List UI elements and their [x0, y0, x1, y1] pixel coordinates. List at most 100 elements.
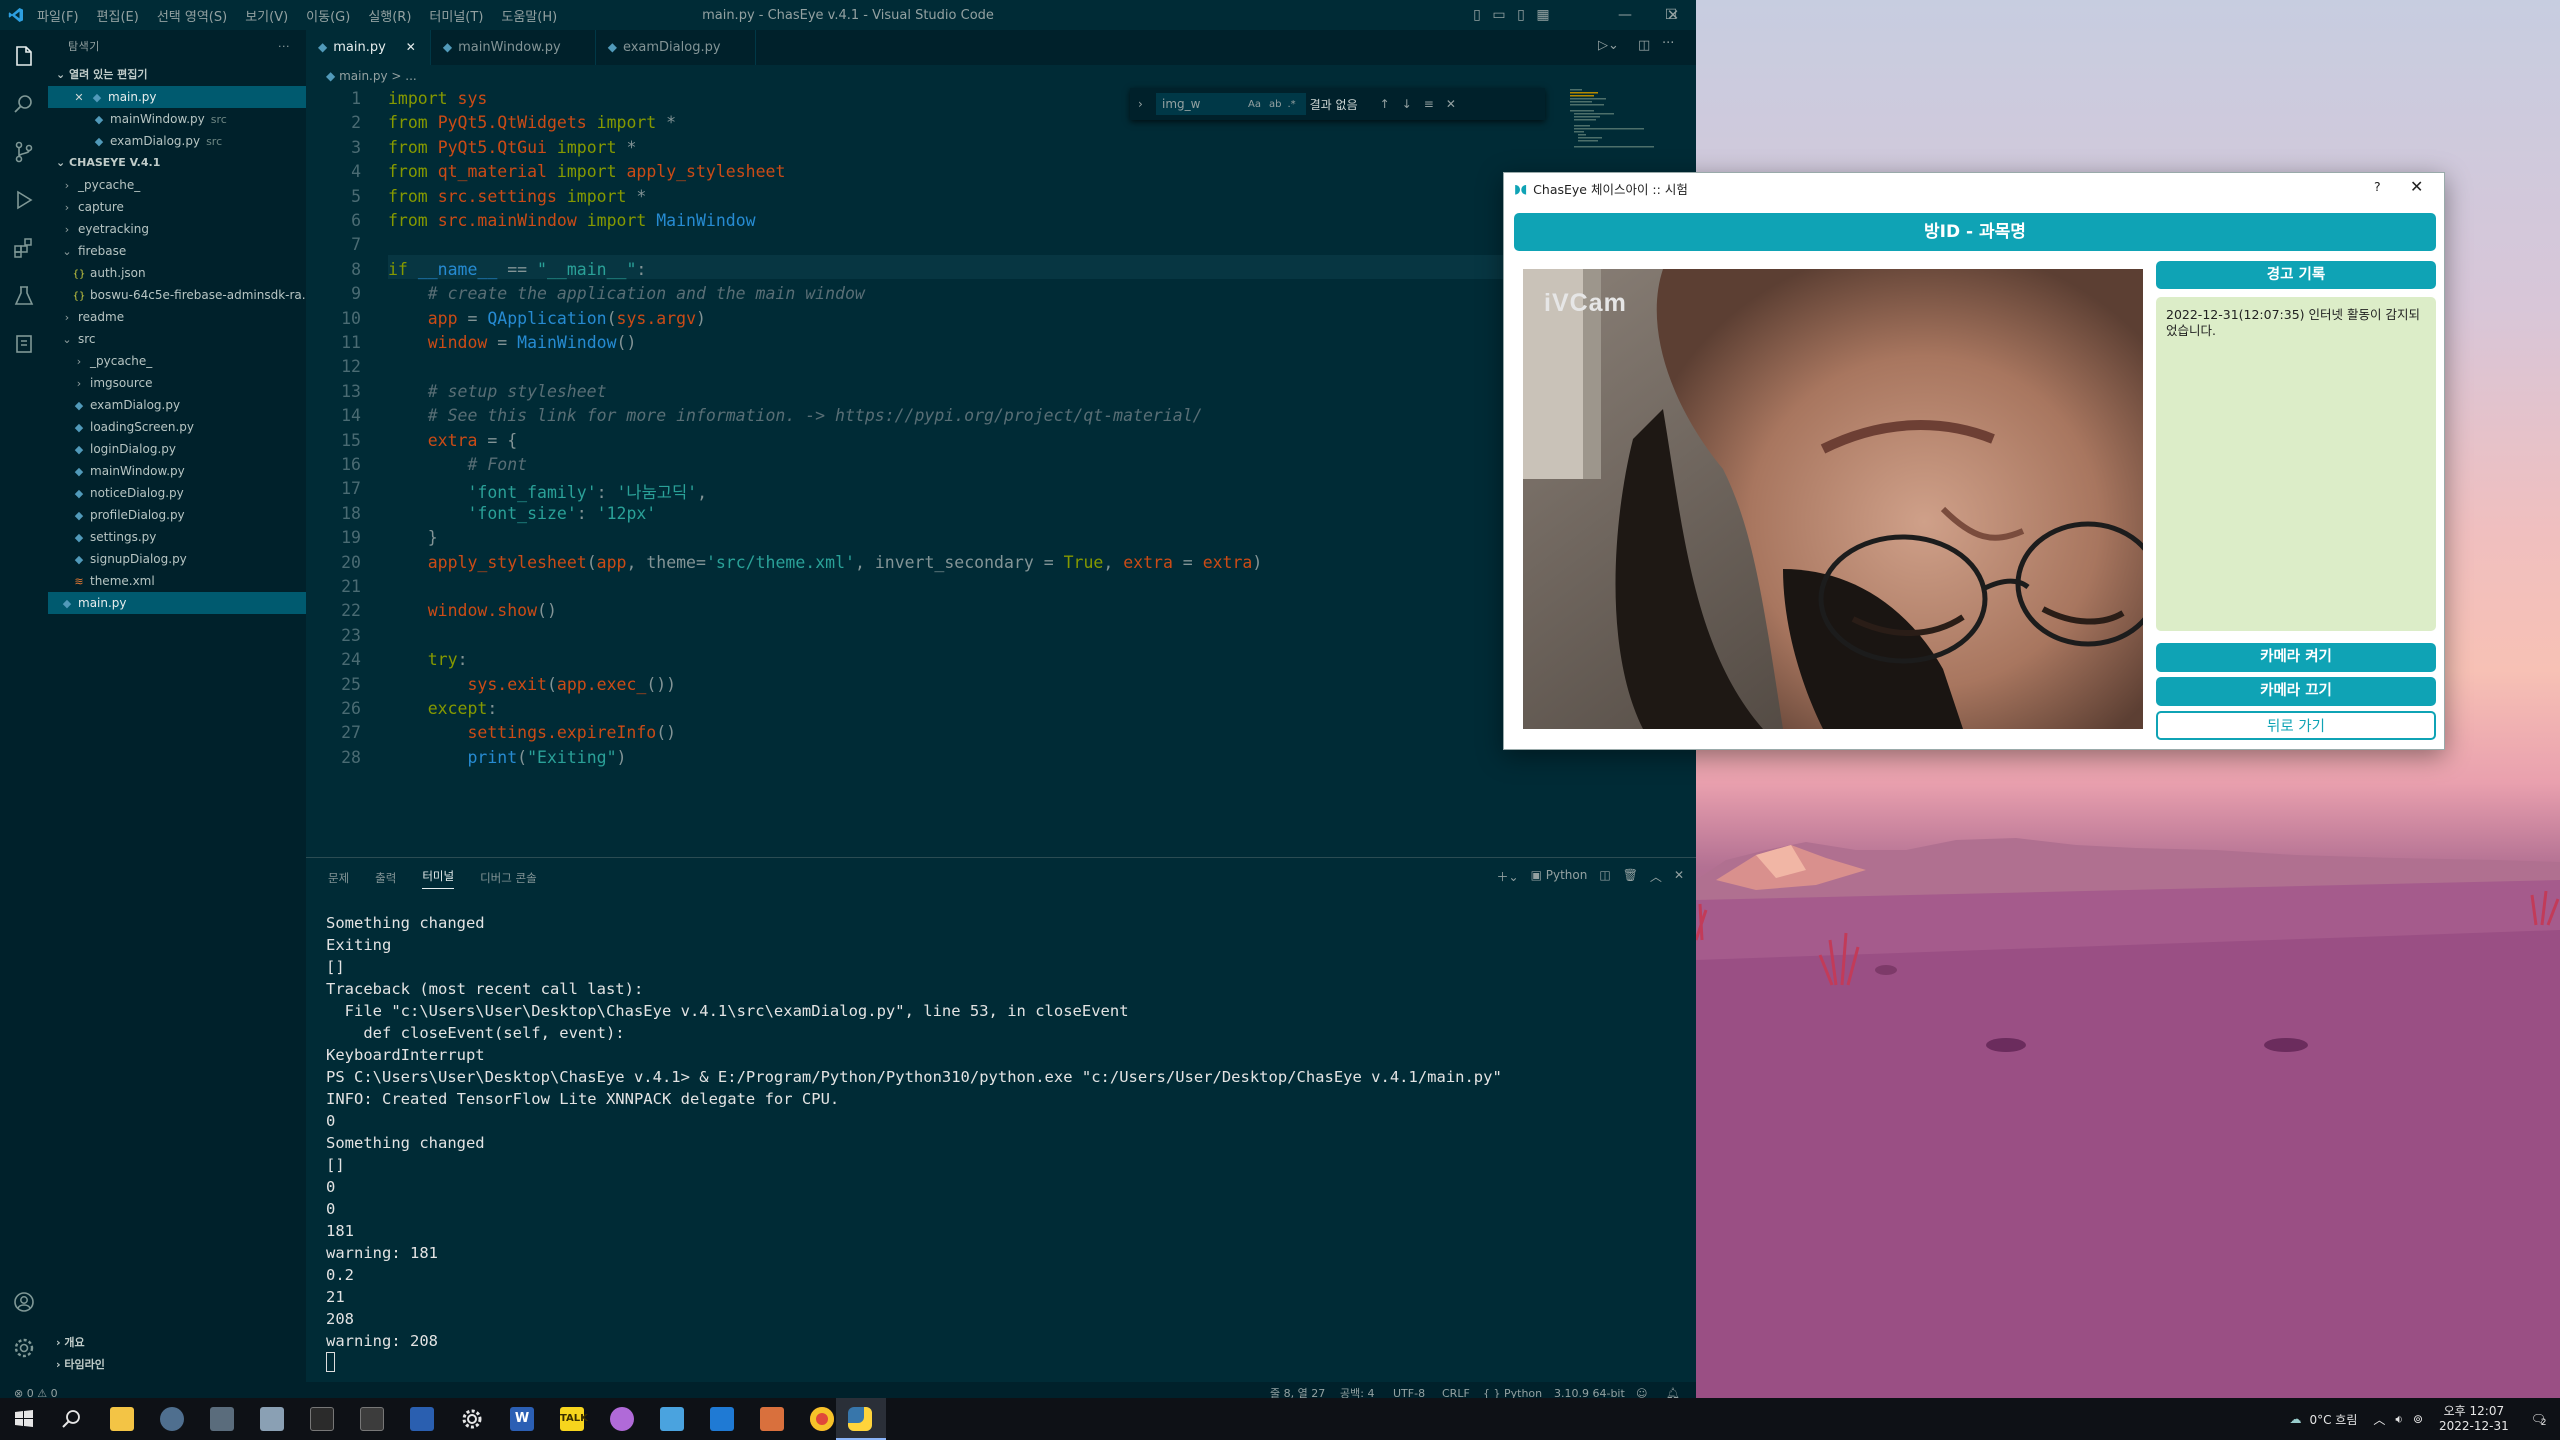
notification-center-icon[interactable]: 🗨︎ 2: [2531, 1412, 2547, 1428]
search-taskbar-icon[interactable]: [60, 1407, 84, 1431]
word-icon[interactable]: W: [510, 1407, 534, 1431]
app-icon-4[interactable]: [660, 1407, 684, 1431]
terminal-icon[interactable]: [310, 1407, 334, 1431]
file-item[interactable]: ◆ settings.py: [48, 526, 306, 548]
customize-layout-icon[interactable]: ▦: [1532, 4, 1554, 26]
split-terminal-icon[interactable]: ◫: [1599, 868, 1610, 885]
extensions-icon[interactable]: [12, 236, 36, 260]
breadcrumb[interactable]: ◆ main.py > ...: [306, 65, 417, 87]
show-hidden-icons[interactable]: ︿: [2373, 1411, 2385, 1428]
remote-explorer-icon[interactable]: [12, 332, 36, 356]
run-python-icon[interactable]: ▷⌄: [1598, 38, 1619, 53]
warning-log[interactable]: 2022-12-31(12:07:35) 인터넷 활동이 감지되었습니다.: [2156, 297, 2436, 631]
testing-icon[interactable]: [12, 284, 36, 308]
file-item[interactable]: ◆ mainWindow.py: [48, 460, 306, 482]
help-button[interactable]: ?: [2374, 179, 2381, 194]
minimap[interactable]: [1570, 87, 1690, 157]
panel-tab-0[interactable]: 문제: [328, 870, 349, 886]
source-control-icon[interactable]: [12, 140, 36, 164]
python-icon[interactable]: [848, 1407, 872, 1431]
panel-tab-1[interactable]: 출력: [375, 870, 396, 886]
tab-examDialog-py[interactable]: ◆ examDialog.py: [595, 30, 756, 65]
open-editor-item[interactable]: ◆ examDialog.py src: [48, 130, 306, 152]
menu-item-0[interactable]: 파일(F): [28, 6, 88, 25]
back-button[interactable]: 뒤로 가기: [2156, 711, 2436, 740]
file-item[interactable]: ◆ main.py: [48, 592, 306, 614]
open-editors-section[interactable]: ⌄ 열려 있는 편집기: [48, 64, 306, 86]
explorer-icon[interactable]: [12, 44, 36, 68]
accounts-icon[interactable]: [12, 1290, 36, 1314]
file-item[interactable]: ◆ profileDialog.py: [48, 504, 306, 526]
close-find-icon[interactable]: ✕: [1446, 97, 1456, 111]
camera-off-button[interactable]: 카메라 끄기: [2156, 677, 2436, 706]
app-icon-3[interactable]: [360, 1407, 384, 1431]
file-item[interactable]: {} auth.json: [48, 262, 306, 284]
tab-mainWindow-py[interactable]: ◆ mainWindow.py: [430, 30, 596, 65]
close-button[interactable]: ✕: [1662, 4, 1684, 26]
file-item[interactable]: ◆ examDialog.py: [48, 394, 306, 416]
timeline-section[interactable]: › 타임라인: [48, 1354, 306, 1376]
menu-item-4[interactable]: 이동(G): [297, 6, 359, 25]
match-case-icon[interactable]: Aa: [1248, 99, 1261, 110]
clock[interactable]: 오후 12:07 2022-12-31: [2439, 1404, 2509, 1434]
open-editor-item[interactable]: ✕ ◆ main.py: [48, 86, 306, 108]
menu-item-2[interactable]: 선택 영역(S): [148, 6, 236, 25]
split-editor-icon[interactable]: ◫: [1638, 38, 1650, 53]
folder-item[interactable]: › _pycache_: [48, 350, 306, 372]
folder-item[interactable]: › _pycache_: [48, 174, 306, 196]
previous-match-icon[interactable]: ↑: [1380, 97, 1390, 111]
code-editor[interactable]: 1 import sys 2 from PyQt5.QtWidgets import …: [306, 87, 1696, 857]
file-explorer-icon[interactable]: [110, 1407, 134, 1431]
kill-terminal-icon[interactable]: 🗑: [1623, 868, 1638, 885]
menu-item-3[interactable]: 보기(V): [236, 6, 297, 25]
menu-item-5[interactable]: 실행(R): [359, 6, 420, 25]
input-method-icon[interactable]: ⊚: [2413, 1412, 2423, 1426]
next-match-icon[interactable]: ↓: [1402, 97, 1412, 111]
remote-desktop-icon[interactable]: [410, 1407, 434, 1431]
search-icon[interactable]: [12, 92, 36, 116]
app-icon-2[interactable]: [260, 1407, 284, 1431]
close-tab-icon[interactable]: ✕: [406, 30, 416, 65]
panel-tab-3[interactable]: 디버그 콘솔: [480, 870, 537, 886]
settings-gear-icon[interactable]: [12, 1336, 36, 1360]
toggle-replace-icon[interactable]: ›: [1138, 97, 1143, 111]
find-in-selection-icon[interactable]: ≡: [1424, 97, 1434, 111]
toggle-secondary-sidebar-icon[interactable]: ▯: [1510, 4, 1532, 26]
more-actions-icon[interactable]: ···: [278, 30, 290, 64]
chrome-icon[interactable]: [810, 1407, 834, 1431]
close-editor-icon[interactable]: ✕: [72, 87, 86, 108]
outline-section[interactable]: › 개요: [48, 1332, 306, 1354]
file-item[interactable]: ≋ theme.xml: [48, 570, 306, 592]
minimize-button[interactable]: —: [1614, 4, 1636, 26]
terminal-output[interactable]: Something changed Exiting [] Traceback (mos…: [326, 912, 1502, 1352]
folder-item[interactable]: ⌄ firebase: [48, 240, 306, 262]
panel-tab-2[interactable]: 터미널: [422, 868, 455, 889]
folder-item[interactable]: › eyetracking: [48, 218, 306, 240]
project-section[interactable]: ⌄ CHASEYE V.4.1: [48, 152, 306, 174]
toggle-sidebar-icon[interactable]: ▯: [1466, 4, 1488, 26]
file-item[interactable]: ◆ noticeDialog.py: [48, 482, 306, 504]
calculator-icon[interactable]: [210, 1407, 234, 1431]
weather[interactable]: 0°C 흐림: [2309, 1411, 2357, 1428]
regex-icon[interactable]: .*: [1287, 99, 1295, 110]
app-close-button[interactable]: ✕: [2410, 177, 2423, 196]
file-item[interactable]: ◆ loginDialog.py: [48, 438, 306, 460]
terminal-profile[interactable]: ▣ Python: [1531, 868, 1588, 885]
windows-start-icon[interactable]: [12, 1407, 36, 1431]
file-item[interactable]: ◆ loadingScreen.py: [48, 416, 306, 438]
menu-item-1[interactable]: 편집(E): [88, 6, 148, 25]
file-item[interactable]: {} boswu-64c5e-firebase-adminsdk-ra...: [48, 284, 306, 306]
folder-item[interactable]: › capture: [48, 196, 306, 218]
vscode-taskbar-icon[interactable]: [710, 1407, 734, 1431]
close-panel-icon[interactable]: ✕: [1674, 868, 1684, 885]
menu-item-7[interactable]: 도움말(H): [492, 6, 566, 25]
open-editor-item[interactable]: ◆ mainWindow.py src: [48, 108, 306, 130]
find-input[interactable]: img_w: [1156, 93, 1306, 115]
run-debug-icon[interactable]: [12, 188, 36, 212]
menu-item-6[interactable]: 터미널(T): [420, 6, 492, 25]
maximize-panel-icon[interactable]: ︿: [1650, 868, 1662, 885]
app-icon-5[interactable]: [760, 1407, 784, 1431]
toggle-panel-icon[interactable]: ▭: [1488, 4, 1510, 26]
kakaotalk-icon[interactable]: TALK: [560, 1407, 588, 1431]
tab-main-py[interactable]: ◆ main.py ✕: [306, 30, 431, 65]
